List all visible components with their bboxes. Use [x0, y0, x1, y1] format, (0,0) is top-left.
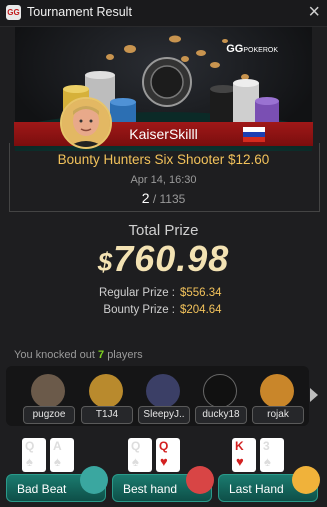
- knocked-prefix: You knocked out: [14, 349, 95, 361]
- playing-card: Q ♠: [128, 438, 152, 472]
- playing-card: Q ♥: [156, 438, 180, 472]
- playing-card: K ♥: [232, 438, 256, 472]
- knocked-player[interactable]: pugzoe: [23, 374, 75, 424]
- tournament-datetime: Apr 14, 16:30: [130, 174, 197, 186]
- brand-gg: GG: [226, 43, 244, 55]
- player-avatar: [60, 97, 112, 149]
- fire-emoji-icon: [186, 466, 214, 494]
- ggpoker-logo-icon: GG: [6, 5, 21, 20]
- card-rank: K: [235, 439, 244, 453]
- pug-avatar-icon: [31, 374, 65, 408]
- player-name: KaiserSkilll: [129, 126, 198, 142]
- knocked-player[interactable]: ducky18: [195, 374, 247, 424]
- player-portrait-icon: [62, 99, 110, 147]
- tournament-name: Bounty Hunters Six Shooter $12.60: [57, 152, 270, 167]
- knocked-player[interactable]: T1J4: [81, 374, 133, 424]
- card-rank: 3: [263, 439, 270, 453]
- man-portrait-avatar-icon: [146, 374, 180, 408]
- knocked-player-name: SleepyJ..: [138, 406, 190, 424]
- knocked-player-name: rojak: [252, 406, 304, 424]
- knocked-player-name: pugzoe: [23, 406, 75, 424]
- bounty-prize-value: $204.64: [180, 304, 222, 316]
- knocked-player[interactable]: rojak: [252, 374, 304, 424]
- playing-card: 3 ♠: [260, 438, 284, 472]
- card-rank: A: [53, 439, 62, 453]
- regular-prize-value: $556.34: [180, 287, 222, 299]
- gold-buddha-avatar-icon: [89, 374, 123, 408]
- heart-suit-icon: ♥: [236, 454, 244, 469]
- ggpokerok-brand: GGPOKEROK: [226, 43, 278, 55]
- regular-prize-label: Regular Prize :: [98, 287, 175, 299]
- knocked-out-summary: You knocked out 7 players: [14, 349, 143, 361]
- card-rank: Q: [131, 439, 141, 453]
- last-hand-button-group[interactable]: K ♥ 3 ♠ Last Hand: [218, 438, 320, 504]
- best-hand-button-group[interactable]: Q ♠ Q ♥ Best hand: [112, 438, 214, 504]
- finish-position: 2 / 1135: [0, 190, 327, 206]
- knocked-player-name: ducky18: [195, 406, 247, 424]
- currency-symbol: $: [97, 247, 114, 277]
- card-rank: Q: [159, 439, 169, 453]
- playing-card: A ♠: [50, 438, 74, 472]
- total-prize-amount: $760.98: [0, 238, 327, 280]
- spade-suit-icon: ♠: [54, 454, 61, 469]
- russia-flag-icon: [243, 127, 265, 142]
- sad-emoji-icon: [80, 466, 108, 494]
- knocked-player[interactable]: SleepyJ..: [138, 374, 190, 424]
- card-rank: Q: [25, 439, 35, 453]
- bounty-prize-label: Bounty Prize :: [103, 304, 175, 316]
- close-icon[interactable]: ×: [308, 1, 320, 23]
- heart-suit-icon: ♥: [160, 454, 168, 469]
- spade-suit-icon: ♠: [132, 454, 139, 469]
- playing-card: Q ♠: [22, 438, 46, 472]
- window-title: Tournament Result: [27, 5, 132, 19]
- place-separator: /: [149, 192, 160, 206]
- bad-beat-button-group[interactable]: Q ♠ A ♠ Bad Beat: [6, 438, 108, 504]
- knocked-count: 7: [98, 349, 105, 361]
- brand-sub: POKEROK: [243, 47, 278, 54]
- spade-suit-icon: ♠: [264, 454, 271, 469]
- field-size: 1135: [159, 192, 186, 206]
- title-bar: GG Tournament Result ×: [0, 0, 327, 27]
- smile-emoji-icon: [292, 466, 320, 494]
- cartoon-avatar-icon: [260, 374, 294, 408]
- total-prize-label: Total Prize: [128, 222, 199, 239]
- scroll-right-arrow-icon[interactable]: [310, 388, 318, 402]
- jack-daniels-avatar-icon: [203, 374, 237, 408]
- total-prize-value: 760.98: [113, 238, 230, 279]
- knocked-player-name: T1J4: [81, 406, 133, 424]
- spade-suit-icon: ♠: [26, 454, 33, 469]
- knocked-suffix: players: [107, 349, 143, 361]
